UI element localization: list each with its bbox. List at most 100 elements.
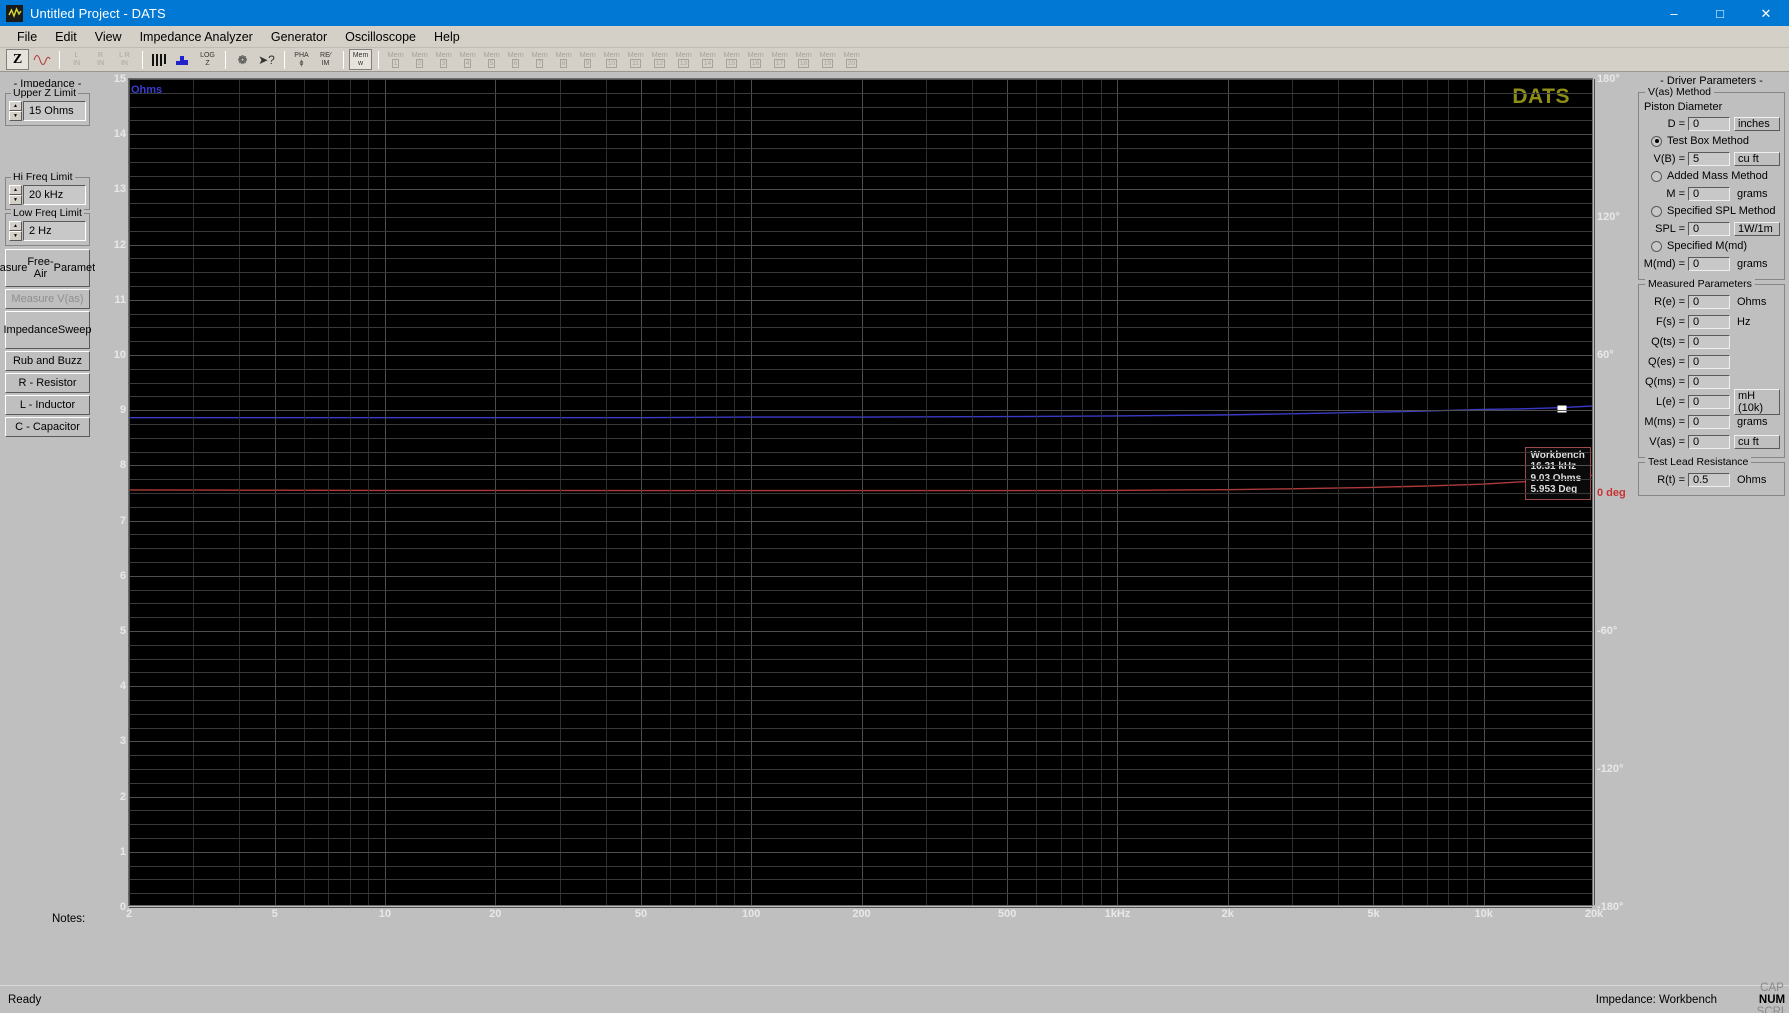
hi-freq-up-icon[interactable]: ▲	[9, 185, 22, 195]
mms-field[interactable]: 0	[1688, 414, 1730, 429]
radio-icon[interactable]	[1651, 170, 1662, 182]
radio-specified-spl-method[interactable]: Specified SPL Method	[1643, 205, 1780, 217]
memory-slot-8-button[interactable]: Mem 8	[552, 49, 575, 70]
l-inductor-button[interactable]: L - Inductor	[5, 395, 90, 415]
maximize-button[interactable]: □	[1697, 0, 1743, 26]
minimize-button[interactable]: –	[1651, 0, 1697, 26]
fs-field[interactable]: 0	[1688, 314, 1730, 329]
memory-slot-1-button[interactable]: Mem 1	[384, 49, 407, 70]
context-help-button[interactable]: ➤?	[255, 49, 278, 70]
help-button[interactable]: ❁	[231, 49, 254, 70]
specified-mmd-field[interactable]: 0	[1688, 256, 1730, 271]
impedance-sweep-button[interactable]: Impedance Sweep	[3, 311, 92, 349]
radio-added-mass-method[interactable]: Added Mass Method	[1643, 170, 1780, 182]
memory-slot-7-button[interactable]: Mem 7	[528, 49, 551, 70]
menu-item-edit[interactable]: Edit	[46, 28, 86, 46]
memory-slot-2-button[interactable]: Mem 2	[408, 49, 431, 70]
r-resistor-button[interactable]: R - Resistor	[5, 373, 90, 393]
memory-slot-5-button[interactable]: Mem 5	[480, 49, 503, 70]
memory-slot-label: Mem	[723, 49, 740, 59]
upper-z-limit-stepper[interactable]: ▲ ▼	[9, 101, 22, 121]
x-axis-tick-label: 200	[852, 908, 871, 920]
menu-item-generator[interactable]: Generator	[262, 28, 336, 46]
sine-wave-button[interactable]	[30, 49, 53, 70]
grid-line-horizontal	[129, 92, 1592, 94]
specified-spl-field[interactable]: 0	[1688, 221, 1730, 236]
piston-diameter-field[interactable]: 0	[1688, 116, 1730, 131]
low-freq-limit-input[interactable]: 2 Hz	[23, 221, 86, 241]
memory-slot-label: Mem	[819, 49, 836, 59]
plot-area[interactable]: Ohms DATS Workbench 16.31 kHz 9.03 Ohms …	[114, 73, 1626, 920]
upper-z-up-icon[interactable]: ▲	[9, 101, 22, 111]
upper-z-down-icon[interactable]: ▼	[9, 111, 22, 121]
memory-slot-number: 3	[439, 59, 448, 69]
memory-slot-16-button[interactable]: Mem 16	[744, 49, 767, 70]
radio-icon[interactable]	[1651, 240, 1662, 252]
grid-line-horizontal	[129, 810, 1592, 812]
menu-item-file[interactable]: File	[8, 28, 46, 46]
hi-freq-limit-input[interactable]: 20 kHz	[23, 185, 86, 205]
re-field[interactable]: 0	[1688, 294, 1730, 309]
measure-free-air-parameters-button[interactable]: MeasureFree-AirParameters	[0, 249, 110, 287]
grid-line-horizontal	[129, 451, 1592, 453]
memory-slot-10-button[interactable]: Mem 10	[600, 49, 623, 70]
hi-freq-down-icon[interactable]: ▼	[9, 195, 22, 205]
memory-slot-15-button[interactable]: Mem 15	[720, 49, 743, 70]
toolbar-separator	[225, 50, 226, 69]
bar-graph-button[interactable]	[148, 49, 171, 70]
memory-slot-13-button[interactable]: Mem 13	[672, 49, 695, 70]
memory-slot-label: Mem	[579, 49, 596, 59]
grid-line-horizontal	[129, 672, 1592, 674]
grid-line-horizontal-major	[129, 465, 1592, 467]
parameter-label: Q(ms) =	[1644, 375, 1685, 388]
radio-icon[interactable]	[1651, 205, 1662, 217]
x-axis-tick-label: 100	[742, 908, 761, 920]
memory-slot-11-button[interactable]: Mem 11	[624, 49, 647, 70]
rub-and-buzz-button[interactable]: Rub and Buzz	[5, 351, 90, 371]
memory-slot-4-button[interactable]: Mem 4	[456, 49, 479, 70]
upper-z-limit-input[interactable]: 15 Ohms	[23, 101, 86, 121]
grid-line-horizontal	[129, 217, 1592, 218]
log-z-button[interactable]: LOG Z	[196, 49, 219, 70]
close-button[interactable]: ✕	[1743, 0, 1789, 26]
test-box-volume-field[interactable]: 5	[1688, 151, 1730, 166]
radio-test-box-method[interactable]: Test Box Method	[1643, 135, 1780, 147]
mem-w-button[interactable]: Mem w	[349, 49, 372, 70]
qts-field[interactable]: 0	[1688, 334, 1730, 349]
hi-freq-limit-label: Hi Freq Limit	[11, 171, 75, 183]
memory-slot-18-button[interactable]: Mem 18	[792, 49, 815, 70]
qms-field[interactable]: 0	[1688, 374, 1730, 389]
memory-slot-6-button[interactable]: Mem 6	[504, 49, 527, 70]
memory-slot-19-button[interactable]: Mem 19	[816, 49, 839, 70]
low-freq-up-icon[interactable]: ▲	[9, 221, 22, 231]
memory-slot-14-button[interactable]: Mem 14	[696, 49, 719, 70]
phase-button[interactable]: PHA ϕ	[290, 49, 313, 70]
radio-icon[interactable]	[1651, 135, 1662, 147]
memory-slot-12-button[interactable]: Mem 12	[648, 49, 671, 70]
parameter-unit: Ohms	[1737, 295, 1767, 308]
c-capacitor-button[interactable]: C - Capacitor	[5, 417, 90, 437]
memory-slot-20-button[interactable]: Mem 20	[840, 49, 863, 70]
real-imaginary-button[interactable]: RE⁄ IM	[314, 49, 337, 70]
memory-slot-9-button[interactable]: Mem 9	[576, 49, 599, 70]
le-field[interactable]: 0	[1688, 394, 1730, 409]
qes-field[interactable]: 0	[1688, 354, 1730, 369]
waterfall-button[interactable]	[172, 49, 195, 70]
impedance-z-button[interactable]: Z	[6, 49, 29, 70]
vas-field[interactable]: 0	[1688, 434, 1730, 449]
parameter-label: D =	[1667, 117, 1685, 130]
menu-item-impedance-analyzer[interactable]: Impedance Analyzer	[131, 28, 262, 46]
added-mass-field[interactable]: 0	[1688, 186, 1730, 201]
hi-freq-stepper[interactable]: ▲ ▼	[9, 185, 22, 205]
radio-specified-mmd[interactable]: Specified M(md)	[1643, 240, 1780, 252]
menu-item-oscilloscope[interactable]: Oscilloscope	[336, 28, 425, 46]
parameter-row: SPL = 0 1W/1m	[1643, 220, 1780, 237]
low-freq-down-icon[interactable]: ▼	[9, 231, 22, 241]
memory-slot-17-button[interactable]: Mem 17	[768, 49, 791, 70]
menu-item-help[interactable]: Help	[425, 28, 469, 46]
menu-item-view[interactable]: View	[86, 28, 131, 46]
low-freq-stepper[interactable]: ▲ ▼	[9, 221, 22, 241]
test-lead-resistance-field[interactable]: 0.5	[1688, 472, 1730, 487]
grid-line-horizontal-major	[129, 79, 1592, 80]
memory-slot-3-button[interactable]: Mem 3	[432, 49, 455, 70]
